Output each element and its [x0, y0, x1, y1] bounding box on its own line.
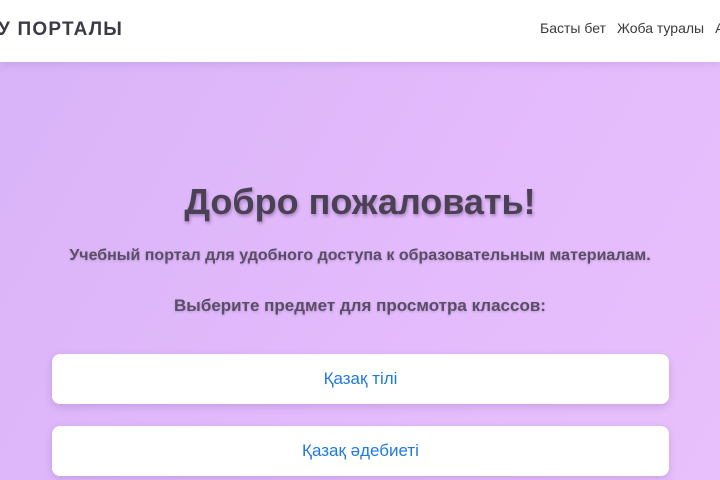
nav-link-about[interactable]: Жоба туралы [617, 20, 704, 36]
main-nav: Басты бет Жоба туралы А [540, 20, 720, 36]
nav-link-home[interactable]: Басты бет [540, 20, 606, 36]
subject-button-kazakh-language[interactable]: Қазақ тілі [52, 354, 669, 404]
subject-button-kazakh-literature[interactable]: Қазақ әдебиеті [52, 426, 669, 476]
welcome-title: Добро пожаловать! [184, 181, 536, 222]
subject-prompt: Выберите предмет для просмотра классов: [174, 296, 546, 315]
subject-button-label: Қазақ тілі [323, 369, 398, 388]
top-header: У ПОРТАЛЫ Басты бет Жоба туралы А [0, 0, 720, 62]
nav-link-truncated[interactable]: А [715, 20, 720, 36]
subject-button-label: Қазақ әдебиеті [302, 441, 419, 460]
site-logo-text[interactable]: У ПОРТАЛЫ [0, 19, 123, 41]
portal-description: Учебный портал для удобного доступа к об… [69, 247, 651, 264]
